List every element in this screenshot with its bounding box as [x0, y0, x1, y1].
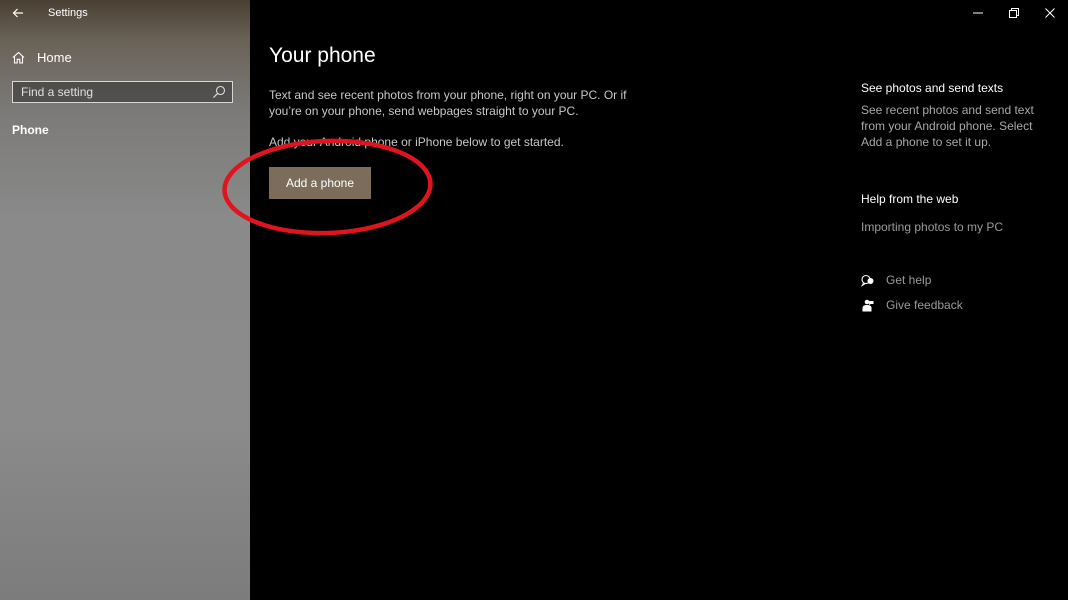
- see-photos-description: See recent photos and send text from you…: [861, 103, 1034, 149]
- close-button[interactable]: [1032, 0, 1068, 26]
- give-feedback-link[interactable]: Give feedback: [861, 297, 963, 313]
- add-a-phone-button[interactable]: Add a phone: [269, 167, 371, 199]
- get-help-link[interactable]: Get help: [861, 272, 931, 288]
- page-description: Text and see recent photos from your pho…: [269, 88, 627, 118]
- minimize-button[interactable]: [960, 0, 996, 26]
- search-box: [12, 81, 233, 103]
- feedback-icon: [862, 299, 874, 311]
- minimize-icon: [973, 12, 983, 14]
- restore-button[interactable]: [996, 0, 1032, 26]
- search-input[interactable]: [13, 85, 212, 99]
- back-arrow-icon: [12, 8, 23, 18]
- help-chat-icon: [861, 274, 874, 287]
- restore-icon: [1009, 8, 1019, 18]
- close-icon: [1045, 8, 1055, 18]
- sidebar-item-phone[interactable]: Phone: [12, 123, 49, 137]
- get-help-label: Get help: [886, 273, 932, 287]
- page-instruction: Add your Android phone or iPhone below t…: [269, 135, 564, 149]
- sidebar-item-home[interactable]: Home: [12, 47, 72, 67]
- page-title: Your phone: [269, 44, 376, 67]
- title-bar: Settings: [0, 0, 250, 26]
- search-icon[interactable]: [212, 85, 226, 99]
- give-feedback-label: Give feedback: [886, 298, 963, 312]
- importing-photos-link[interactable]: Importing photos to my PC: [861, 220, 1003, 234]
- sidebar: Settings Home Phone: [0, 0, 250, 600]
- see-photos-heading: See photos and send texts: [861, 81, 1004, 95]
- home-icon: [12, 51, 25, 64]
- back-button[interactable]: [0, 0, 36, 26]
- help-from-web-heading: Help from the web: [861, 192, 959, 206]
- main-content: Your phone Text and see recent photos fr…: [269, 0, 829, 600]
- sidebar-item-home-label: Home: [37, 49, 72, 65]
- app-title: Settings: [48, 7, 88, 19]
- window-controls: [960, 0, 1068, 26]
